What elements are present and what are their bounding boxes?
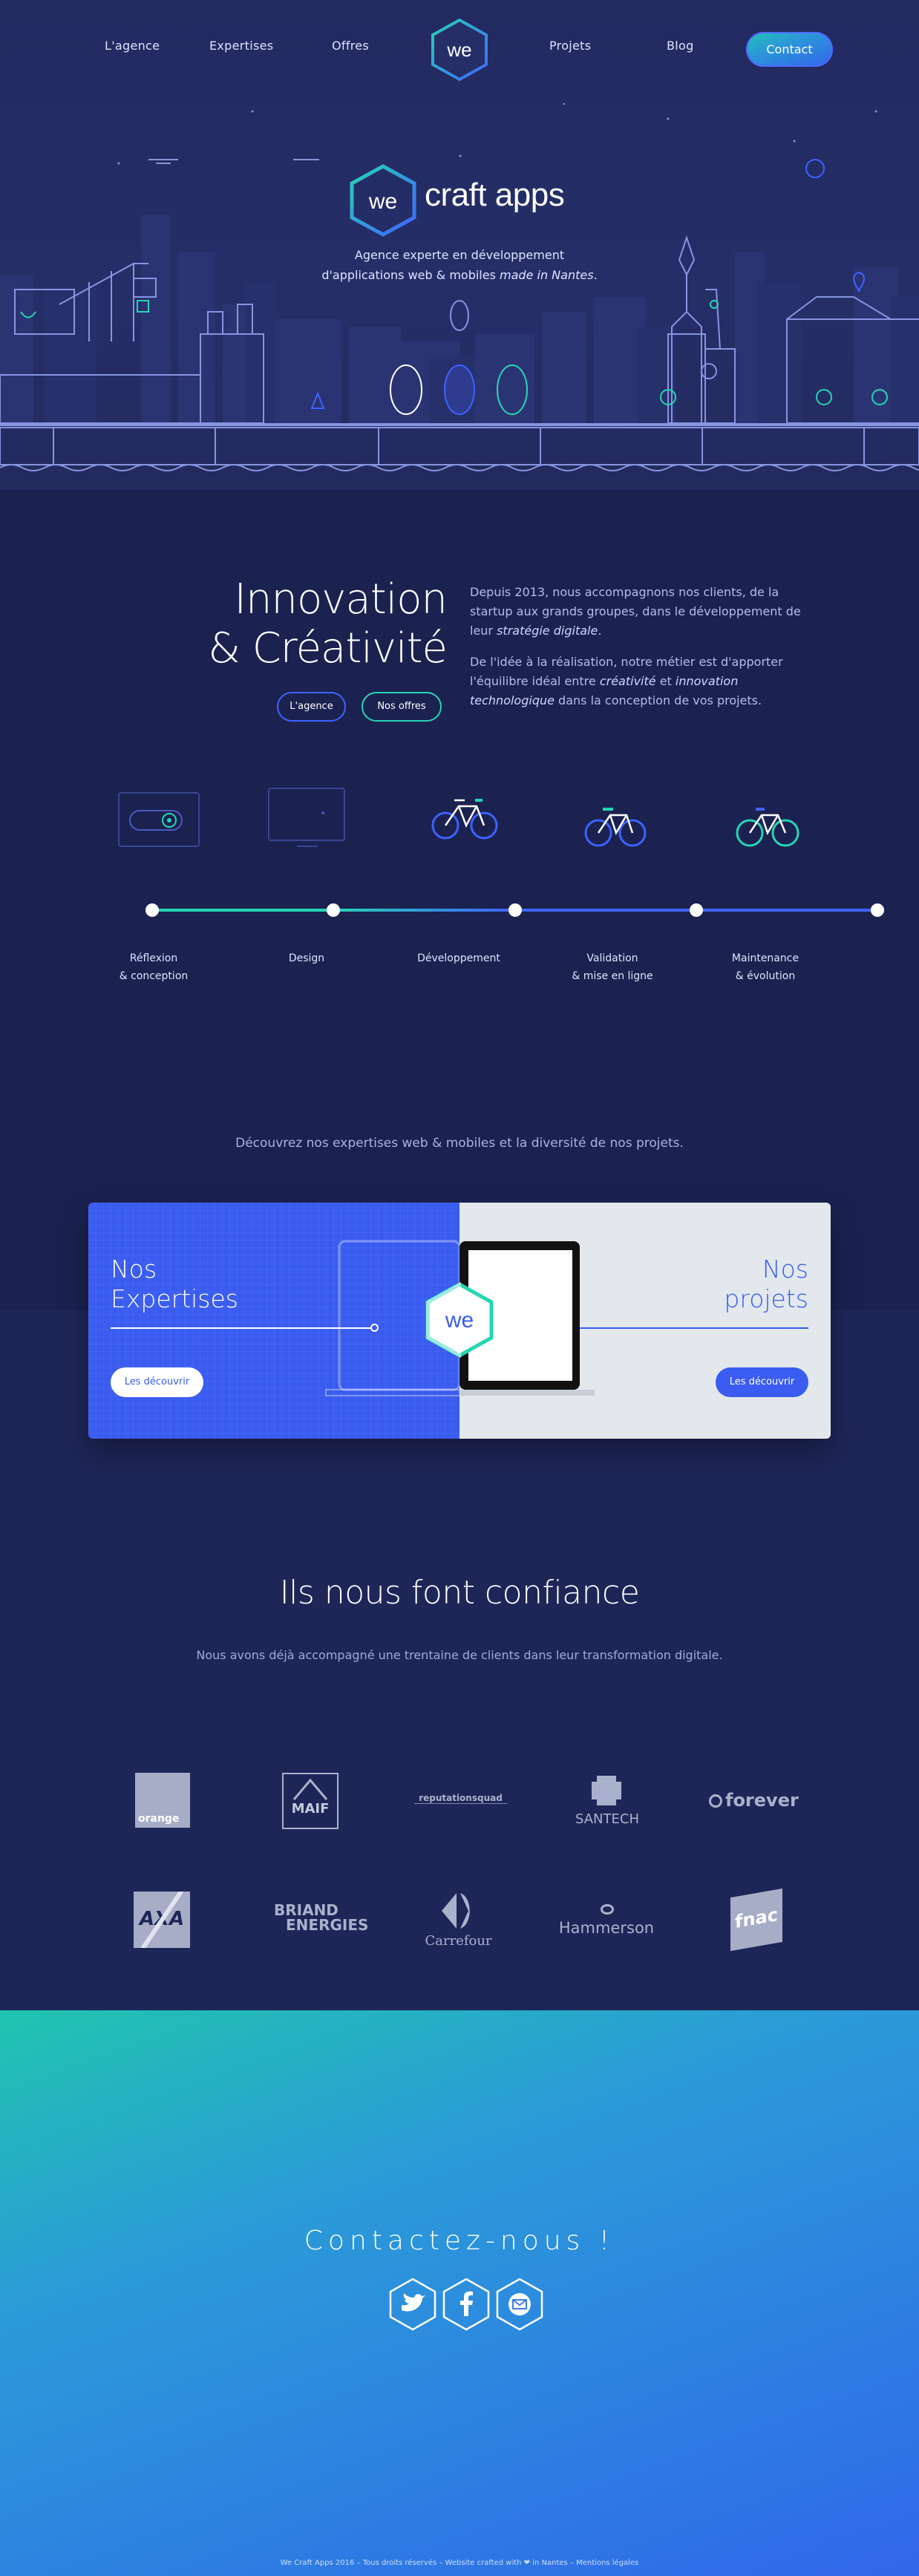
santech-logo: SANTECH [570, 1776, 644, 1831]
intro-paragraph-1: Depuis 2013, nous accompagnons nos clien… [470, 583, 819, 641]
intro-p1-emphasis: stratégie digitale [497, 624, 598, 638]
discover-lead: Découvrez nos expertises web & mobiles e… [235, 1136, 684, 1151]
process-dot-4 [690, 903, 703, 917]
hammerson-logo: Hammerson [558, 1904, 655, 1941]
santech-logo-text: SANTECH [575, 1811, 639, 1827]
step-label-line-2: & mise en ligne [572, 970, 653, 982]
design-icon [268, 788, 345, 847]
intro-text: Depuis 2013, nous accompagnons nos clien… [470, 583, 819, 722]
briand-energies-logo: BRIAND ENERGIES [264, 1901, 369, 1934]
maif-logo-text: MAIF [291, 1801, 330, 1817]
nav-item-offres[interactable]: Offres [332, 39, 369, 53]
nav-contact-button[interactable]: Contact [746, 32, 833, 67]
step-design: Design [247, 949, 366, 967]
laptop-illustration: we [325, 1240, 595, 1396]
offers-button[interactable]: Nos offres [362, 692, 442, 722]
facebook-icon[interactable] [442, 2278, 491, 2331]
city-skyline-illustration [0, 215, 919, 471]
step-label-line-1: Développement [417, 952, 500, 964]
process-line-4 [698, 909, 876, 912]
expertises-title: Nos Expertises [111, 1255, 238, 1314]
mail-icon[interactable] [495, 2278, 544, 2331]
intro-title-line-2: & Créativité [208, 624, 448, 673]
hero-section: L'agence Expertises Offres we Projets Bl… [0, 0, 919, 490]
step-label-line-1: Réflexion [129, 952, 178, 964]
contact-title: Contactez-nous ! [304, 2226, 615, 2256]
carrefour-logo-text: Carrefour [425, 1933, 492, 1949]
step-label-line-1: Validation [586, 952, 638, 964]
step-label-line-2: & conception [119, 970, 189, 982]
carrefour-logo-mark [442, 1893, 470, 1929]
twitter-icon[interactable] [388, 2278, 437, 2331]
projects-title: Nos projets [724, 1255, 808, 1314]
hammerson-logo-mark [601, 1904, 614, 1915]
step-validation: Validation & mise en ligne [553, 949, 672, 985]
intro-paragraph-2: De l'idée à la réalisation, notre métier… [470, 653, 819, 710]
process-dot-2 [327, 903, 340, 917]
svg-text:we: we [445, 1308, 474, 1333]
maintenance-bike-icon [736, 808, 799, 847]
carrefour-logo: Carrefour [419, 1892, 497, 1954]
process-dot-1 [145, 903, 159, 917]
footer-text: We Craft Apps 2016 – Tous droits réservé… [280, 2559, 639, 2567]
projects-discover-button[interactable]: Les découvrir [716, 1367, 808, 1397]
expertises-projects-card: Nos Expertises Les découvrir Nos projets… [88, 1203, 831, 1439]
expertises-title-line-1: Nos [111, 1255, 157, 1284]
contact-section: Contactez-nous ! We Craft Apps 2016 – To… [0, 2010, 919, 2576]
reputationsquad-logo: reputationsquad [414, 1793, 507, 1804]
step-maintenance: Maintenance & évolution [706, 949, 825, 985]
process-line-2 [333, 909, 514, 912]
fnac-logo: fnac [730, 1888, 782, 1952]
intro-p2-end: dans la conception de vos projets. [554, 693, 762, 707]
nav-item-projets[interactable]: Projets [549, 39, 591, 53]
projects-title-line-2: projets [724, 1284, 808, 1313]
intro-title: Innovation & Créativité [171, 575, 448, 673]
main-nav: L'agence Expertises Offres we Projets Bl… [0, 0, 919, 97]
orange-logo: orange [135, 1773, 190, 1828]
expertises-discover-button[interactable]: Les découvrir [111, 1367, 203, 1397]
orange-logo-text: orange [138, 1813, 180, 1825]
clients-subtitle: Nous avons déjà accompagné une trentaine… [196, 1648, 723, 1662]
svg-text:we: we [446, 39, 471, 61]
briand-logo-line-2: ENERGIES [286, 1916, 369, 1934]
intro-p2-emphasis-1: créativité [599, 674, 656, 688]
forever-logo-text: forever [725, 1790, 799, 1811]
clients-title: Ils nous font confiance [279, 1574, 640, 1612]
projects-title-line-1: Nos [762, 1255, 808, 1284]
hammerson-logo-text: Hammerson [558, 1919, 655, 1937]
briand-logo-line-1: BRIAND [274, 1901, 339, 1919]
step-label-line-1: Design [288, 952, 325, 964]
process-dot-5 [871, 903, 884, 917]
reflexion-icon [118, 792, 200, 847]
intro-title-line-1: Innovation [234, 575, 448, 624]
process-line-3 [517, 909, 695, 912]
nav-item-expertises[interactable]: Expertises [209, 39, 273, 53]
axa-logo: AXA [134, 1892, 190, 1948]
agency-button[interactable]: L'agence [277, 692, 346, 722]
intro-p1-end: . [598, 624, 602, 638]
maif-logo: MAIF [282, 1773, 339, 1829]
process-dot-3 [508, 903, 522, 917]
validation-bike-icon [584, 808, 647, 847]
forever-logo: forever [709, 1790, 804, 1811]
nav-item-blog[interactable]: Blog [667, 39, 694, 53]
expertises-title-line-2: Expertises [111, 1284, 238, 1313]
process-line-1 [151, 909, 330, 912]
development-bike-icon [431, 799, 498, 840]
fnac-logo-text: fnac [735, 1903, 778, 1933]
step-label-line-1: Maintenance [731, 952, 799, 964]
forever-logo-circle [709, 1794, 722, 1808]
nav-logo[interactable]: we [430, 18, 489, 82]
intro-p2-mid: et [655, 674, 676, 688]
step-label-line-2: & évolution [735, 970, 796, 982]
step-development: Développement [399, 949, 518, 967]
step-reflexion: Réflexion & conception [94, 949, 213, 985]
nav-item-agence[interactable]: L'agence [105, 39, 160, 53]
santech-cross-horizontal [592, 1782, 621, 1799]
